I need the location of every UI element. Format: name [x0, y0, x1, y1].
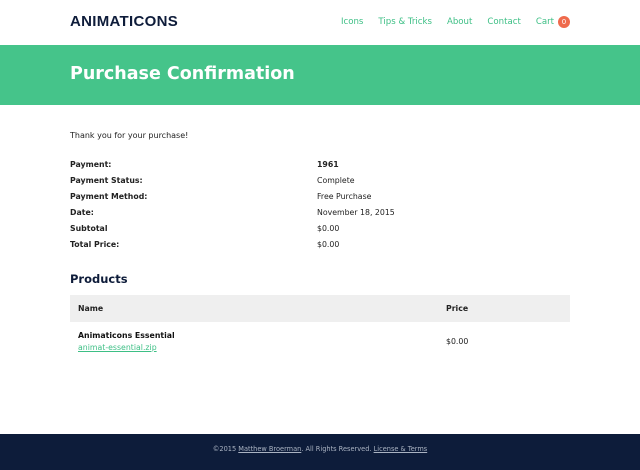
nav-link-icons[interactable]: Icons: [341, 17, 363, 27]
footer-rights: . All Rights Reserved.: [301, 445, 372, 453]
detail-row-total: Total Price: $0.00: [70, 240, 570, 256]
site-header: ANIMATICONS Icons Tips & Tricks About Co…: [0, 0, 640, 45]
page-banner: Purchase Confirmation: [0, 45, 640, 105]
payment-details: Payment: 1961 Payment Status: Complete P…: [70, 160, 570, 256]
cart-count-badge: 0: [558, 16, 570, 28]
nav-link-tips-tricks[interactable]: Tips & Tricks: [378, 17, 432, 27]
table-row: Animaticons Essential animat-essential.z…: [70, 322, 570, 358]
thank-you-message: Thank you for your purchase!: [70, 131, 189, 140]
detail-row-date: Date: November 18, 2015: [70, 208, 570, 224]
detail-value: $0.00: [317, 224, 340, 233]
detail-value: Free Purchase: [317, 192, 372, 201]
page-title: Purchase Confirmation: [70, 64, 295, 84]
column-header-name: Name: [78, 304, 104, 313]
detail-value: Complete: [317, 176, 355, 185]
detail-row-subtotal: Subtotal $0.00: [70, 224, 570, 240]
product-download-link[interactable]: animat-essential.zip: [78, 343, 157, 352]
site-footer: ©2015 Matthew Broerman. All Rights Reser…: [0, 434, 640, 470]
footer-author-link[interactable]: Matthew Broerman: [238, 445, 301, 453]
products-table: Name Price Animaticons Essential animat-…: [70, 295, 570, 358]
detail-row-payment: Payment: 1961: [70, 160, 570, 176]
detail-label: Payment Status:: [70, 176, 143, 185]
main-nav: Icons Tips & Tricks About Contact Cart 0: [326, 16, 570, 28]
footer-copyright: ©2015: [212, 445, 237, 453]
footer-license-link[interactable]: License & Terms: [374, 445, 428, 453]
detail-label: Total Price:: [70, 240, 120, 249]
nav-link-cart[interactable]: Cart 0: [536, 16, 570, 28]
detail-label: Payment:: [70, 160, 112, 169]
detail-row-status: Payment Status: Complete: [70, 176, 570, 192]
products-heading: Products: [70, 272, 128, 286]
nav-link-contact[interactable]: Contact: [487, 17, 520, 27]
cart-label: Cart: [535, 17, 554, 27]
nav-link-about[interactable]: About: [447, 17, 472, 27]
detail-label: Date:: [70, 208, 94, 217]
detail-label: Payment Method:: [70, 192, 148, 201]
product-price: $0.00: [446, 337, 469, 346]
column-header-price: Price: [446, 304, 469, 313]
detail-label: Subtotal: [70, 224, 108, 233]
detail-value: 1961: [317, 160, 339, 169]
detail-value: November 18, 2015: [317, 208, 395, 217]
product-name: Animaticons Essential: [78, 331, 175, 340]
detail-row-method: Payment Method: Free Purchase: [70, 192, 570, 208]
site-logo[interactable]: ANIMATICONS: [70, 13, 178, 30]
detail-value: $0.00: [317, 240, 340, 249]
table-header: Name Price: [70, 295, 570, 322]
